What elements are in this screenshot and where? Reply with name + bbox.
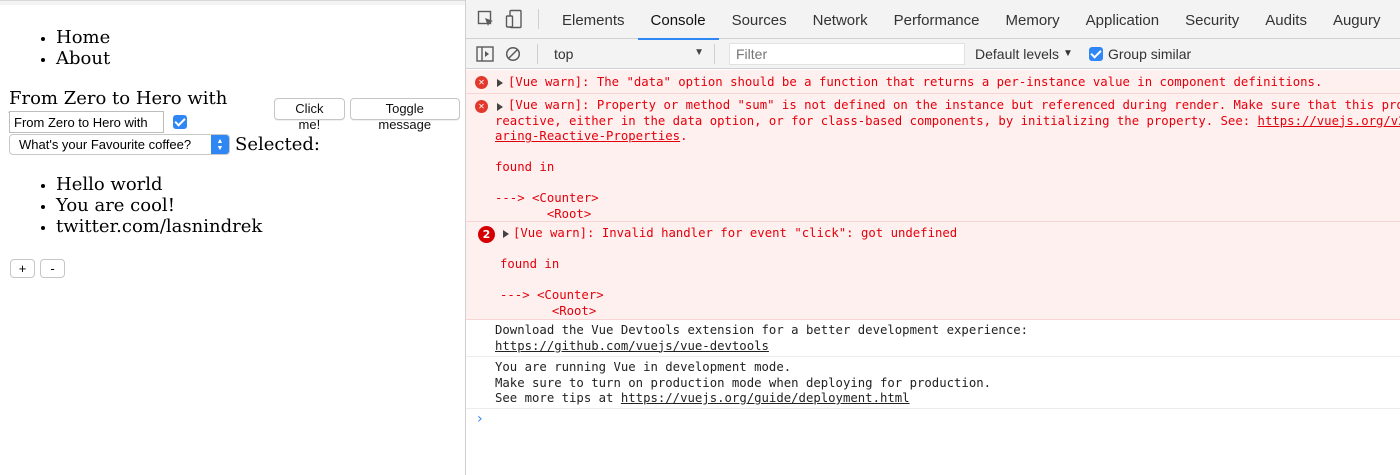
tab-audits[interactable]: Audits (1252, 0, 1320, 39)
nav-item-home[interactable]: Home (56, 27, 110, 48)
error-body: [Vue warn]: Invalid handler for event "c… (513, 226, 957, 242)
devtools-panel: Elements Console Sources Network Perform… (465, 0, 1400, 475)
info-text: See more tips at (495, 391, 621, 405)
component-trace-line: ---> <Counter> (495, 191, 599, 205)
console-toolbar: top ▼ Default levels ▼ Group similar (466, 39, 1400, 69)
error-text: [Vue warn]: The "data" option should be … (508, 75, 1323, 89)
console-info-message[interactable]: You are running Vue in development mode.… (466, 357, 1400, 409)
select-row: What's your Favourite coffee? ▲ ▼ Selecte… (9, 134, 320, 155)
inspect-element-icon[interactable] (476, 9, 496, 29)
page-top-strip (0, 1, 465, 5)
tab-bar-icons (466, 9, 549, 29)
console-error-message[interactable]: [Vue warn]: Property or method "sum" is … (466, 94, 1400, 222)
found-in-text: found in (495, 160, 555, 174)
group-similar-checkbox[interactable] (1088, 46, 1103, 61)
chevron-down-icon: ▼ (1063, 48, 1073, 59)
console-prompt-row[interactable]: › (466, 409, 1400, 439)
toolbar-divider (537, 43, 538, 64)
expand-arrow-icon[interactable] (503, 230, 509, 238)
toolbar-divider (714, 43, 715, 64)
console-error-message[interactable]: [Vue warn]: The "data" option should be … (466, 70, 1400, 94)
clear-console-icon[interactable] (503, 44, 523, 64)
found-in-text: found in (500, 257, 560, 271)
repeat-count-badge: 2 (478, 226, 495, 243)
deployment-link[interactable]: https://vuejs.org/guide/deployment.html (621, 391, 910, 405)
message-input[interactable] (9, 111, 164, 133)
error-icon (475, 76, 488, 89)
expand-arrow-icon[interactable] (497, 103, 503, 111)
info-text: Download the Vue Devtools extension for … (495, 323, 1029, 337)
tab-sources[interactable]: Sources (719, 0, 800, 39)
info-text: You are running Vue in development mode. (495, 360, 792, 374)
tab-security[interactable]: Security (1172, 0, 1252, 39)
console-messages: [Vue warn]: The "data" option should be … (466, 70, 1400, 475)
filter-input[interactable] (729, 42, 965, 65)
docs-link[interactable]: https://vuejs.org/v2/guide/reactivity.ht… (1258, 114, 1400, 128)
console-error-message[interactable]: 2 [Vue warn]: Invalid handler for event … (466, 222, 1400, 320)
log-levels-label: Default levels (975, 45, 1060, 62)
select-arrows-icon: ▲ ▼ (211, 135, 229, 154)
error-body-cont: reactive, either in the data option, or … (495, 114, 1400, 223)
tab-network[interactable]: Network (800, 0, 881, 39)
log-levels-dropdown[interactable]: Default levels ▼ (975, 46, 1073, 62)
tab-application[interactable]: Application (1073, 0, 1172, 39)
message-item: twitter.com/lasnindrek (56, 216, 262, 237)
context-select[interactable]: top ▼ (548, 43, 708, 65)
web-page: Home About From Zero to Hero with Vue! C… (0, 0, 465, 475)
plus-button[interactable]: + (10, 259, 35, 278)
error-text: [Vue warn]: Property or method "sum" is … (508, 98, 1400, 112)
console-info-message[interactable]: Download the Vue Devtools extension for … (466, 320, 1400, 357)
chevron-down-icon: ▼ (694, 46, 704, 58)
error-text: . (680, 129, 688, 143)
tab-memory[interactable]: Memory (993, 0, 1073, 39)
docs-link-cont[interactable]: aring-Reactive-Properties (495, 129, 680, 143)
info-body: You are running Vue in development mode.… (495, 360, 991, 407)
message-list: Hello world You are cool! twitter.com/la… (0, 174, 262, 237)
error-body: [Vue warn]: Property or method "sum" is … (508, 98, 1400, 114)
input-row (9, 111, 187, 133)
selected-label: Selected: (235, 134, 320, 155)
message-item: Hello world (56, 174, 262, 195)
component-trace-line: <Root> (500, 303, 597, 318)
toggle-checkbox[interactable] (173, 115, 187, 129)
show-sidebar-icon[interactable] (475, 44, 495, 64)
prompt-chevron-icon: › (477, 411, 483, 427)
component-trace-line: ---> <Counter> (500, 288, 604, 302)
tab-performance[interactable]: Performance (881, 0, 993, 39)
error-body-cont: found in ---> <Counter> <Root> (500, 257, 604, 319)
expand-arrow-icon[interactable] (497, 79, 503, 87)
error-text: [Vue warn]: Invalid handler for event "c… (513, 226, 958, 240)
devtools-tab-bar: Elements Console Sources Network Perform… (466, 0, 1400, 40)
message-item: You are cool! (56, 195, 262, 216)
tab-console[interactable]: Console (637, 0, 719, 40)
group-similar-label: Group similar (1107, 45, 1192, 62)
counter-row: + - (10, 259, 70, 278)
info-text: Make sure to turn on production mode whe… (495, 375, 992, 390)
context-value: top (554, 45, 574, 62)
toggle-message-button[interactable]: Toggle message (349, 98, 460, 132)
coffee-select-value: What's your Favourite coffee? (19, 137, 192, 152)
toolbar-divider (538, 9, 539, 29)
nav-item-about[interactable]: About (56, 48, 110, 69)
error-icon (475, 100, 488, 113)
click-me-button[interactable]: Click me! (274, 98, 345, 132)
minus-button[interactable]: - (40, 259, 65, 278)
tab-elements[interactable]: Elements (549, 0, 638, 39)
error-text: reactive, either in the data option, or … (495, 113, 1258, 128)
devtools-link[interactable]: https://github.com/vuejs/vue-devtools (495, 339, 769, 353)
info-body: Download the Vue Devtools extension for … (495, 323, 1028, 354)
coffee-select[interactable]: What's your Favourite coffee? ▲ ▼ (9, 134, 230, 155)
nav-list: Home About (0, 27, 110, 69)
device-toolbar-icon[interactable] (504, 9, 524, 29)
component-trace-line: <Root> (495, 206, 592, 221)
tab-augury[interactable]: Augury (1320, 0, 1394, 39)
